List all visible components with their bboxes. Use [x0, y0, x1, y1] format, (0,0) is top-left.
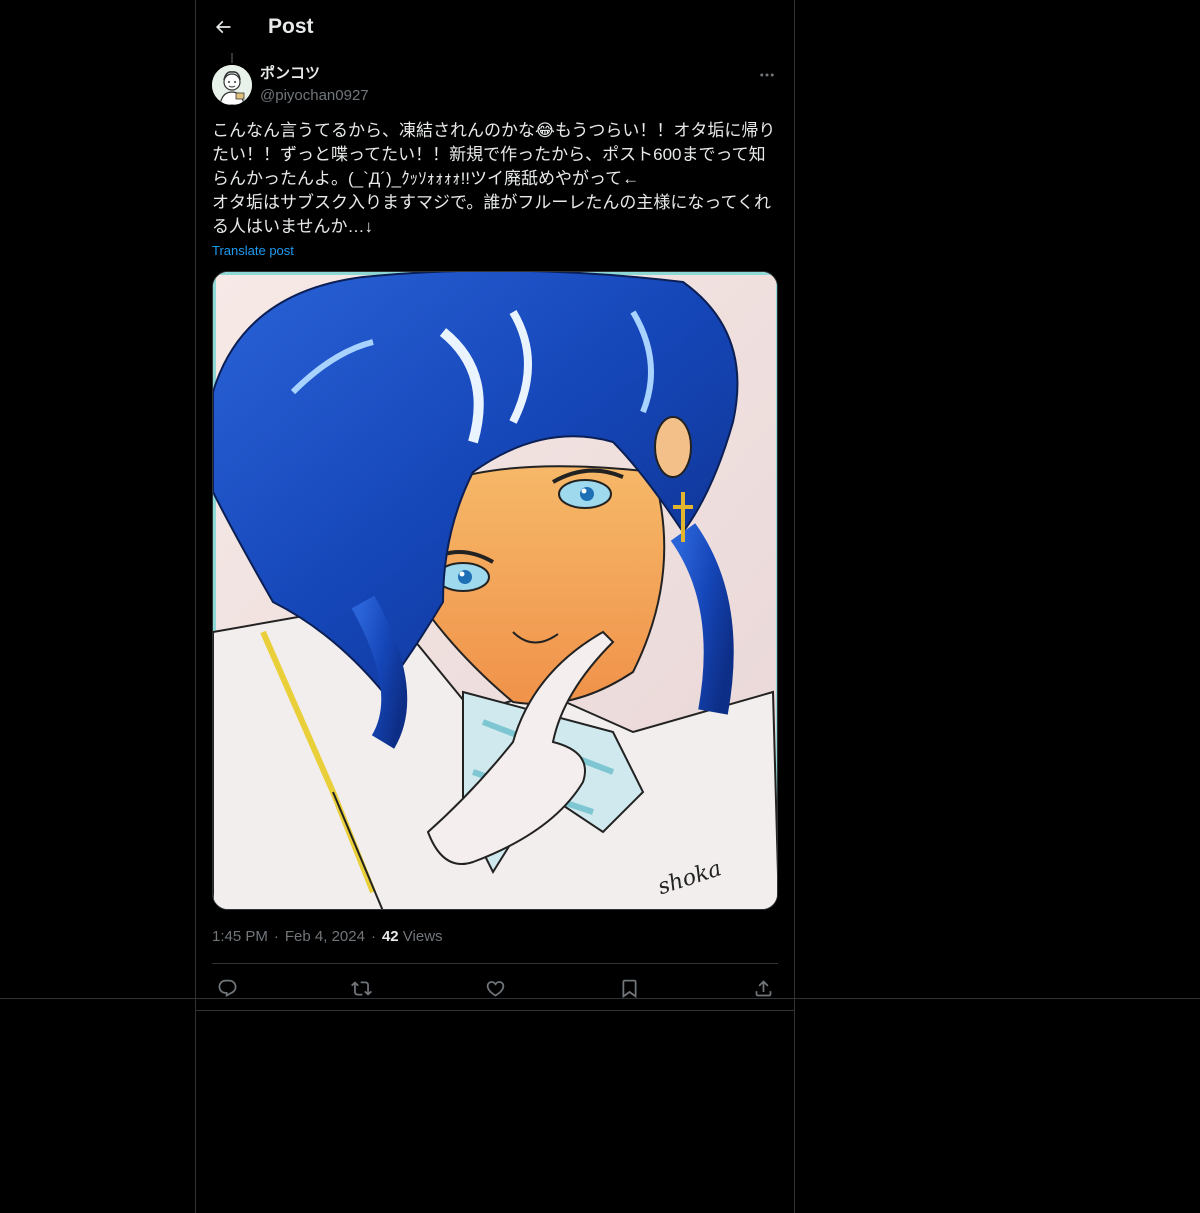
bookmark-icon — [622, 979, 636, 998]
repost-button[interactable] — [346, 976, 376, 1000]
translate-link[interactable]: Translate post — [212, 242, 294, 260]
arrow-left-icon — [215, 20, 231, 34]
thread-line — [231, 53, 233, 63]
repost-icon — [350, 980, 372, 996]
post-time[interactable]: 1:45 PM — [212, 928, 268, 945]
post-text: こんなん言うてるから、凍結されんのかな😂もうつらい！！オタ垢に帰りたい！！ずっと… — [212, 121, 776, 236]
reply-icon — [218, 979, 236, 997]
post-image[interactable]: shoka — [212, 271, 778, 910]
share-button[interactable] — [748, 976, 778, 1000]
reply-button[interactable] — [212, 976, 242, 1000]
more-button[interactable] — [752, 62, 782, 88]
heart-icon — [486, 980, 504, 997]
divider — [0, 998, 1200, 999]
views-label: Views — [402, 928, 443, 945]
views-count: 42 — [381, 928, 399, 945]
page-title: Post — [268, 15, 314, 38]
divider — [195, 1010, 795, 1011]
divider — [212, 963, 778, 964]
bookmark-button[interactable] — [614, 976, 644, 1000]
illustration: shoka — [213, 272, 777, 909]
author-handle[interactable]: @piyochan0927 — [260, 86, 369, 106]
like-button[interactable] — [480, 976, 510, 1000]
author-name[interactable]: ポンコツ — [260, 64, 320, 84]
more-icon — [760, 73, 774, 77]
post-meta: 1:45 PM · Feb 4, 2024 · 42 Views — [212, 928, 443, 945]
avatar[interactable] — [212, 65, 252, 105]
share-icon — [755, 979, 771, 996]
post-date[interactable]: Feb 4, 2024 — [285, 928, 365, 945]
back-button[interactable] — [209, 13, 237, 41]
